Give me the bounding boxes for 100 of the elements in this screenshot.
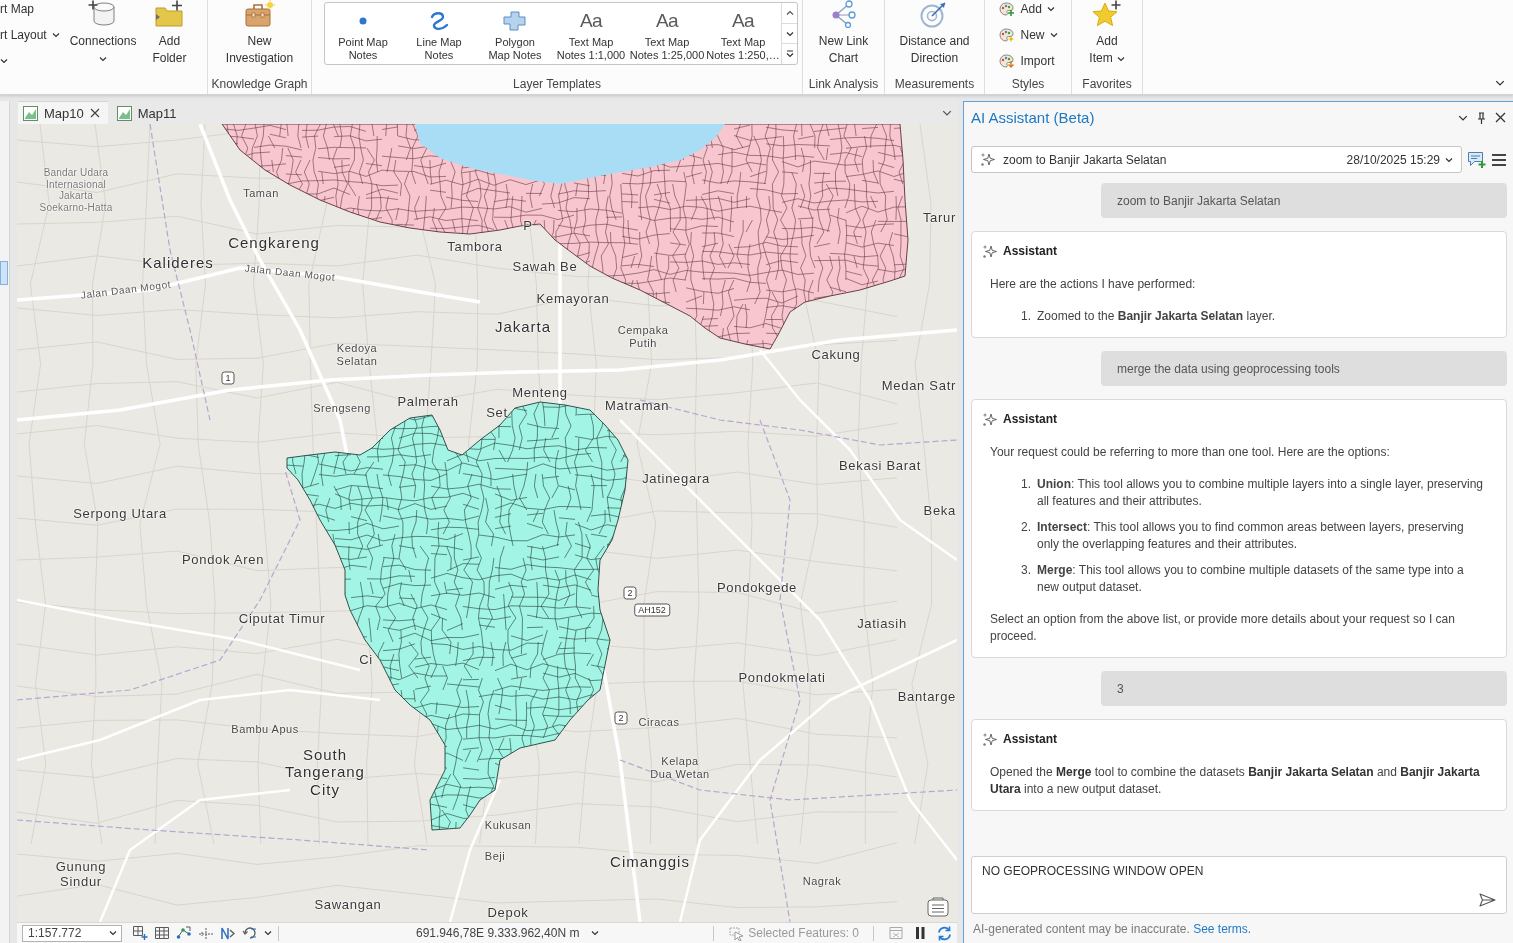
map-tab[interactable]: Map11 <box>111 101 185 124</box>
map-label: Bambu Apus <box>231 722 299 736</box>
gallery-item[interactable]: Polygon Map Notes <box>477 3 553 64</box>
gallery-item[interactable]: Line Map Notes <box>401 3 477 64</box>
user-message: zoom to Banjir Jakarta Selatan <box>1101 183 1507 218</box>
map-label: Jakarta <box>494 318 552 336</box>
caret-icon[interactable] <box>591 929 600 937</box>
chevron-down-icon[interactable] <box>1495 78 1505 88</box>
map-label: Cakung <box>811 347 861 363</box>
group-label: Favorites <box>1081 76 1133 93</box>
map-label: Set <box>486 405 508 421</box>
map-tab[interactable]: Map10 <box>18 101 108 124</box>
map-label: Beka <box>923 503 956 519</box>
list-number: 2. <box>1021 519 1032 536</box>
north-arrow-icon[interactable] <box>220 925 236 941</box>
sender-name: Assistant <box>1003 412 1058 426</box>
map-label: Palmerah <box>397 394 459 410</box>
sender-name: Assistant <box>1003 244 1058 258</box>
snap-points-icon[interactable] <box>176 925 192 941</box>
map-label: Cempaka Putih <box>616 324 670 350</box>
caret-icon[interactable] <box>1116 54 1125 63</box>
list-item-text: Intersect: This tool allows you to find common areas between layers, preserving only the overlapping features and their attributes. <box>1037 519 1465 553</box>
map-label: Serpong Utara <box>73 506 167 522</box>
chat-add-icon[interactable] <box>1467 150 1486 169</box>
road-shield: 2 <box>614 711 628 725</box>
caret-icon[interactable] <box>0 57 8 65</box>
menu-icon[interactable] <box>1491 152 1507 167</box>
user-message: merge the data using geoprocessing tools <box>1101 351 1507 386</box>
ribbon-button[interactable]: New Link Chart <box>812 0 875 67</box>
palette-plus-icon <box>998 1 1016 17</box>
map-label: Bekasi Barat <box>838 458 922 474</box>
map-label: Jalan Daan Mogot <box>244 262 336 284</box>
font-sample-glyph: Aa <box>655 10 679 32</box>
ribbon-button[interactable]: Add Item <box>1083 0 1131 67</box>
ribbon-button[interactable]: Connections <box>63 0 143 67</box>
caret-icon[interactable] <box>1445 155 1453 164</box>
map-label: South Tangerang City <box>285 746 365 798</box>
map-icon <box>116 105 132 121</box>
map-label: Ciracas <box>638 715 680 729</box>
caret-icon[interactable] <box>1046 5 1055 13</box>
rotate-icon[interactable] <box>242 925 258 941</box>
conversation-dropdown[interactable]: zoom to Banjir Jakarta Selatan 28/10/2025 15:29 <box>971 146 1462 173</box>
map-icon <box>23 105 38 121</box>
group-label: Knowledge Graph <box>210 76 309 93</box>
list-number: 1. <box>1021 476 1032 493</box>
ribbon-button[interactable]: rt Map <box>0 0 60 18</box>
list-icon[interactable] <box>927 897 949 917</box>
map-label: Ci <box>359 652 373 668</box>
scale-field[interactable]: 1:157.772 <box>22 924 122 942</box>
map-label: Jatinegara <box>642 471 710 487</box>
map-label: Cengkareng <box>228 234 320 252</box>
coordinates-dropdown[interactable]: 691.946,78E 9.333.962,40N m <box>416 926 600 940</box>
map-label: Pondokgede <box>717 580 797 596</box>
grid-icon[interactable] <box>154 925 170 941</box>
sparkle-icon <box>982 411 997 427</box>
chevron-up-icon[interactable] <box>785 8 794 17</box>
map-label: Pondokmelati <box>738 670 826 686</box>
caret-icon[interactable] <box>264 929 272 937</box>
refresh-icon[interactable] <box>936 924 953 942</box>
close-icon[interactable] <box>1495 112 1506 123</box>
ribbon-button[interactable]: rt Layout <box>0 26 60 44</box>
expand-gallery-icon[interactable] <box>785 49 794 59</box>
map-label: Beji <box>484 849 506 863</box>
map-label: Taman <box>243 186 279 200</box>
message-text: Opened the Merge tool to combine the datasets Banjir Jakarta Selatan and Banjir Jakarta Utara into a new output dataset. <box>990 764 1481 798</box>
font-sample-glyph: Aa <box>731 10 755 32</box>
message-input[interactable]: NO GEOPROCESSING WINDOW OPEN <box>971 856 1507 914</box>
group-label: Styles <box>1010 76 1046 93</box>
send-icon[interactable] <box>1479 893 1496 907</box>
ribbon-button[interactable]: Import <box>998 52 1058 70</box>
close-icon[interactable] <box>89 108 100 118</box>
sender-name: Assistant <box>1003 732 1058 746</box>
list-number: 3. <box>1021 562 1032 579</box>
ribbon-button[interactable]: Add Folder <box>146 0 193 67</box>
gallery-item[interactable]: Aa Text Map Notes 1:250,… <box>705 3 781 64</box>
gallery-item[interactable]: Aa Text Map Notes 1:25,000 <box>629 3 705 64</box>
ribbon-button[interactable]: Distance and Direction <box>893 0 976 67</box>
map-label: Ciputat Timur <box>238 611 326 627</box>
dot-icon <box>359 17 367 25</box>
map-label: P <box>523 218 533 234</box>
ribbon-button[interactable]: New Investigation <box>219 0 300 67</box>
gallery-item[interactable]: Aa Text Map Notes 1:1,000 <box>553 3 629 64</box>
caret-icon[interactable] <box>99 54 108 63</box>
folder-plus-icon <box>154 0 185 28</box>
sparkle-icon <box>982 243 997 259</box>
caret-icon[interactable] <box>1049 31 1058 39</box>
sparkle-icon <box>982 731 997 747</box>
map-label: Menteng <box>512 385 568 401</box>
gallery-item[interactable]: Point Map Notes <box>325 3 401 64</box>
map-label: Bantarge <box>897 689 956 705</box>
map-label: Kemayoran <box>536 291 610 307</box>
grid-plus-icon[interactable] <box>132 925 148 941</box>
ribbon-button[interactable]: Add <box>998 0 1058 18</box>
caret-icon[interactable] <box>109 929 117 937</box>
chevron-down-icon[interactable] <box>785 29 794 38</box>
caret-icon[interactable] <box>51 31 60 39</box>
ribbon-button[interactable]: New <box>998 26 1058 44</box>
terms-link[interactable]: See terms. <box>1193 921 1252 936</box>
list-item-text: Zoomed to the Banjir Jakarta Selatan layer. <box>1037 308 1277 325</box>
pin-icon[interactable] <box>1477 111 1486 124</box>
